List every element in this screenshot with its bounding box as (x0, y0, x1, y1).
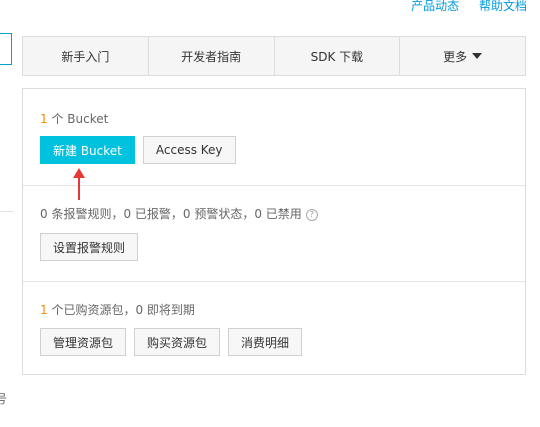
alarm-actions: 设置报警规则 (40, 233, 139, 261)
product-news-link[interactable]: 产品动态 (411, 0, 459, 13)
top-links: 产品动态 帮助文档 (395, 0, 527, 14)
alarm-status-text: 0 条报警规则，0 已报警，0 预警状态，0 已禁用 (40, 207, 302, 221)
left-text-fragment: 号 (0, 392, 8, 406)
new-bucket-button[interactable]: 新建 Bucket (40, 136, 135, 164)
left-sidebar-fragment (0, 33, 12, 65)
red-arrow-up-icon (73, 168, 85, 200)
bucket-count-line: 1 个 Bucket (40, 110, 108, 127)
access-key-button[interactable]: Access Key (142, 136, 236, 164)
left-divider-fragment (0, 211, 14, 212)
set-alarm-rules-button[interactable]: 设置报警规则 (40, 233, 139, 261)
buy-resource-pack-button[interactable]: 购买资源包 (134, 328, 221, 356)
caret-down-icon (472, 53, 483, 59)
overview-panel: 1 个 Bucket 新建 Bucket Access Key 0 条报警规则，… (22, 88, 526, 375)
help-docs-link[interactable]: 帮助文档 (479, 0, 527, 13)
bucket-count-label: 个 Bucket (51, 112, 109, 126)
tab-label: SDK 下载 (310, 49, 364, 64)
tab-getting-started[interactable]: 新手入门 (23, 37, 149, 75)
alarm-status-line: 0 条报警规则，0 已报警，0 预警状态，0 已禁用? (40, 205, 318, 222)
manage-resource-pack-button[interactable]: 管理资源包 (40, 328, 127, 356)
bucket-actions: 新建 Bucket Access Key (40, 136, 236, 164)
tab-label: 开发者指南 (181, 49, 242, 64)
billing-details-button[interactable]: 消费明细 (228, 328, 303, 356)
resource-section: 1 个已购资源包，0 即将到期 管理资源包 购买资源包 消费明细 (23, 281, 525, 375)
resource-actions: 管理资源包 购买资源包 消费明细 (40, 328, 303, 356)
resource-status-line: 1 个已购资源包，0 即将到期 (40, 301, 195, 318)
tab-label: 更多 (443, 49, 468, 64)
tab-sdk-download[interactable]: SDK 下载 (275, 37, 401, 75)
resource-count: 1 (40, 303, 48, 317)
bucket-count: 1 (40, 112, 48, 126)
alarm-section: 0 条报警规则，0 已报警，0 预警状态，0 已禁用? 设置报警规则 (23, 185, 525, 282)
tab-developer-guide[interactable]: 开发者指南 (149, 37, 275, 75)
tab-more[interactable]: 更多 (400, 37, 525, 75)
bucket-section: 1 个 Bucket 新建 Bucket Access Key (23, 89, 525, 185)
quick-nav-tabs: 新手入门 开发者指南 SDK 下载 更多 (22, 36, 526, 76)
resource-status-text: 个已购资源包，0 即将到期 (51, 303, 195, 317)
tab-label: 新手入门 (61, 49, 110, 64)
question-circle-icon[interactable]: ? (305, 209, 318, 221)
